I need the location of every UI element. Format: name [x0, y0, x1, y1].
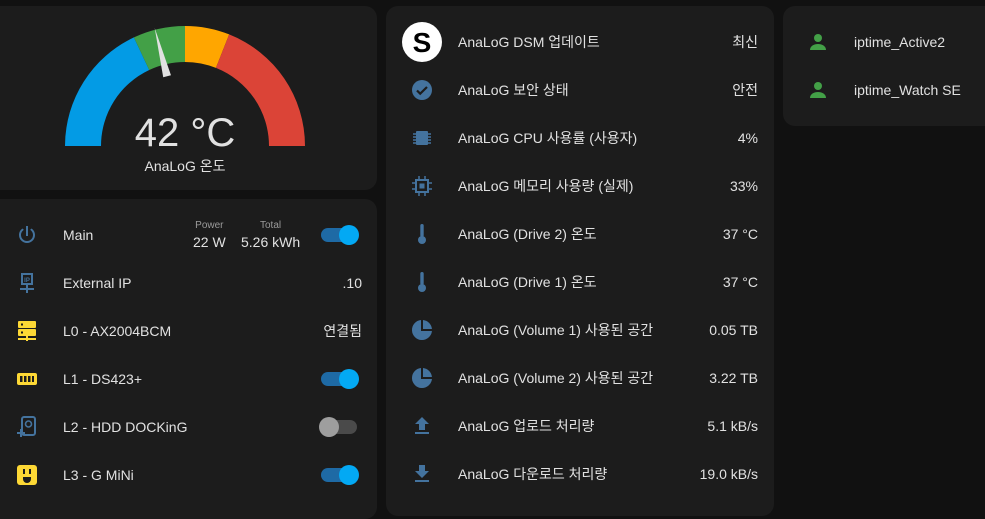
account-icon: [806, 78, 830, 102]
dsm-label: AnaLoG 보안 상태: [458, 82, 569, 98]
entity-row-external-ip[interactable]: IP External IP .10: [0, 259, 377, 307]
entity-label: L3 - G MiNi: [63, 467, 134, 483]
dsm-value: 37 °C: [722, 226, 758, 242]
power-icon: [15, 223, 39, 247]
person-label: iptime_Active2: [854, 34, 946, 50]
gauge-value: 42 °C: [134, 111, 236, 155]
dsm-value: 5.1 kB/s: [707, 418, 758, 434]
memory-icon: [410, 174, 434, 198]
total-attribute: Total 5.26 kWh: [241, 220, 301, 250]
external-ip-value: .10: [342, 275, 362, 291]
dsm-row[interactable]: AnaLoG CPU 사용률 (사용자) 4%: [386, 114, 774, 162]
svg-text:S: S: [413, 27, 432, 58]
thermometer-icon: [410, 270, 434, 294]
download-icon: [410, 462, 434, 486]
entity-row-l1[interactable]: L1 - DS423+: [0, 355, 377, 403]
ip-network-icon: IP: [15, 271, 39, 295]
thermometer-icon: [410, 222, 434, 246]
dsm-row[interactable]: AnaLoG 업로드 처리량 5.1 kB/s: [386, 402, 774, 450]
dsm-value: 37 °C: [722, 274, 758, 290]
account-icon: [806, 30, 830, 54]
dsm-value: 33%: [729, 178, 758, 194]
dsm-sensors-card: S AnaLoG DSM 업데이트 최신 AnaLoG 보안 상태 안전 Ana…: [386, 6, 774, 516]
harddisk-plus-icon: [15, 415, 39, 439]
chart-pie-icon: [410, 318, 434, 342]
gauge-name: AnaLoG 온도: [144, 158, 226, 174]
dsm-value: 최신: [732, 34, 758, 50]
entity-row-l3[interactable]: L3 - G MiNi: [0, 451, 377, 499]
entity-label: L0 - AX2004BCM: [63, 323, 172, 339]
nas-icon: [15, 367, 39, 391]
dsm-row[interactable]: AnaLoG 다운로드 처리량 19.0 kB/s: [386, 450, 774, 498]
person-card: iptime_Active2 iptime_Watch SE: [783, 6, 985, 126]
dsm-row[interactable]: AnaLoG (Volume 2) 사용된 공간 3.22 TB: [386, 354, 774, 402]
dsm-row[interactable]: S AnaLoG DSM 업데이트 최신: [386, 18, 774, 66]
dsm-row[interactable]: AnaLoG 메모리 사용량 (실제) 33%: [386, 162, 774, 210]
entities-card: Main Power 22 W Total 5.26 kWh IP Extern…: [0, 199, 377, 519]
dsm-label: AnaLoG 다운로드 처리량: [458, 466, 608, 482]
entity-label: L2 - HDD DOCKinG: [63, 419, 188, 435]
dsm-value: 안전: [732, 82, 758, 98]
entity-label: Main: [63, 227, 94, 243]
cpu-icon: [410, 126, 434, 150]
check-circle-icon: [410, 78, 434, 102]
entity-label: External IP: [63, 275, 132, 291]
dsm-row[interactable]: AnaLoG (Drive 1) 온도 37 °C: [386, 258, 774, 306]
dsm-label: AnaLoG DSM 업데이트: [458, 34, 600, 50]
dsm-label: AnaLoG (Drive 1) 온도: [458, 274, 597, 290]
dsm-label: AnaLoG (Drive 2) 온도: [458, 226, 597, 242]
synology-logo-icon: S: [402, 22, 442, 62]
person-label: iptime_Watch SE: [854, 82, 961, 98]
dsm-label: AnaLoG (Volume 2) 사용된 공간: [458, 370, 654, 386]
dsm-label: AnaLoG 업로드 처리량: [458, 418, 595, 434]
dsm-value: 0.05 TB: [709, 322, 758, 338]
svg-text:IP: IP: [24, 278, 30, 284]
server-network-icon: [15, 319, 39, 343]
power-socket-icon: [15, 463, 39, 487]
entity-row-l2[interactable]: L2 - HDD DOCKinG: [0, 403, 377, 451]
upload-icon: [410, 414, 434, 438]
l1-toggle[interactable]: [321, 369, 359, 389]
entity-row-main[interactable]: Main Power 22 W Total 5.26 kWh: [0, 211, 377, 259]
main-toggle[interactable]: [321, 225, 359, 245]
dsm-value: 19.0 kB/s: [699, 466, 758, 482]
dsm-row[interactable]: AnaLoG (Drive 2) 온도 37 °C: [386, 210, 774, 258]
l2-toggle[interactable]: [319, 417, 357, 437]
dsm-row[interactable]: AnaLoG 보안 상태 안전: [386, 66, 774, 114]
l3-toggle[interactable]: [321, 465, 359, 485]
entity-row-l0[interactable]: L0 - AX2004BCM 연결됨: [0, 307, 377, 355]
person-row[interactable]: iptime_Active2: [783, 18, 985, 66]
gauge-card[interactable]: 42 °C AnaLoG 온도: [0, 6, 377, 190]
dsm-label: AnaLoG (Volume 1) 사용된 공간: [458, 322, 654, 338]
dsm-label: AnaLoG 메모리 사용량 (실제): [458, 178, 634, 194]
dsm-row[interactable]: AnaLoG (Volume 1) 사용된 공간 0.05 TB: [386, 306, 774, 354]
entity-label: L1 - DS423+: [63, 371, 142, 387]
dsm-value: 4%: [737, 130, 758, 146]
l0-state: 연결됨: [323, 323, 362, 339]
dsm-value: 3.22 TB: [709, 370, 758, 386]
person-row[interactable]: iptime_Watch SE: [783, 66, 985, 114]
power-attribute: Power 22 W: [193, 220, 226, 250]
dsm-label: AnaLoG CPU 사용률 (사용자): [458, 130, 638, 146]
chart-pie-icon: [410, 366, 434, 390]
